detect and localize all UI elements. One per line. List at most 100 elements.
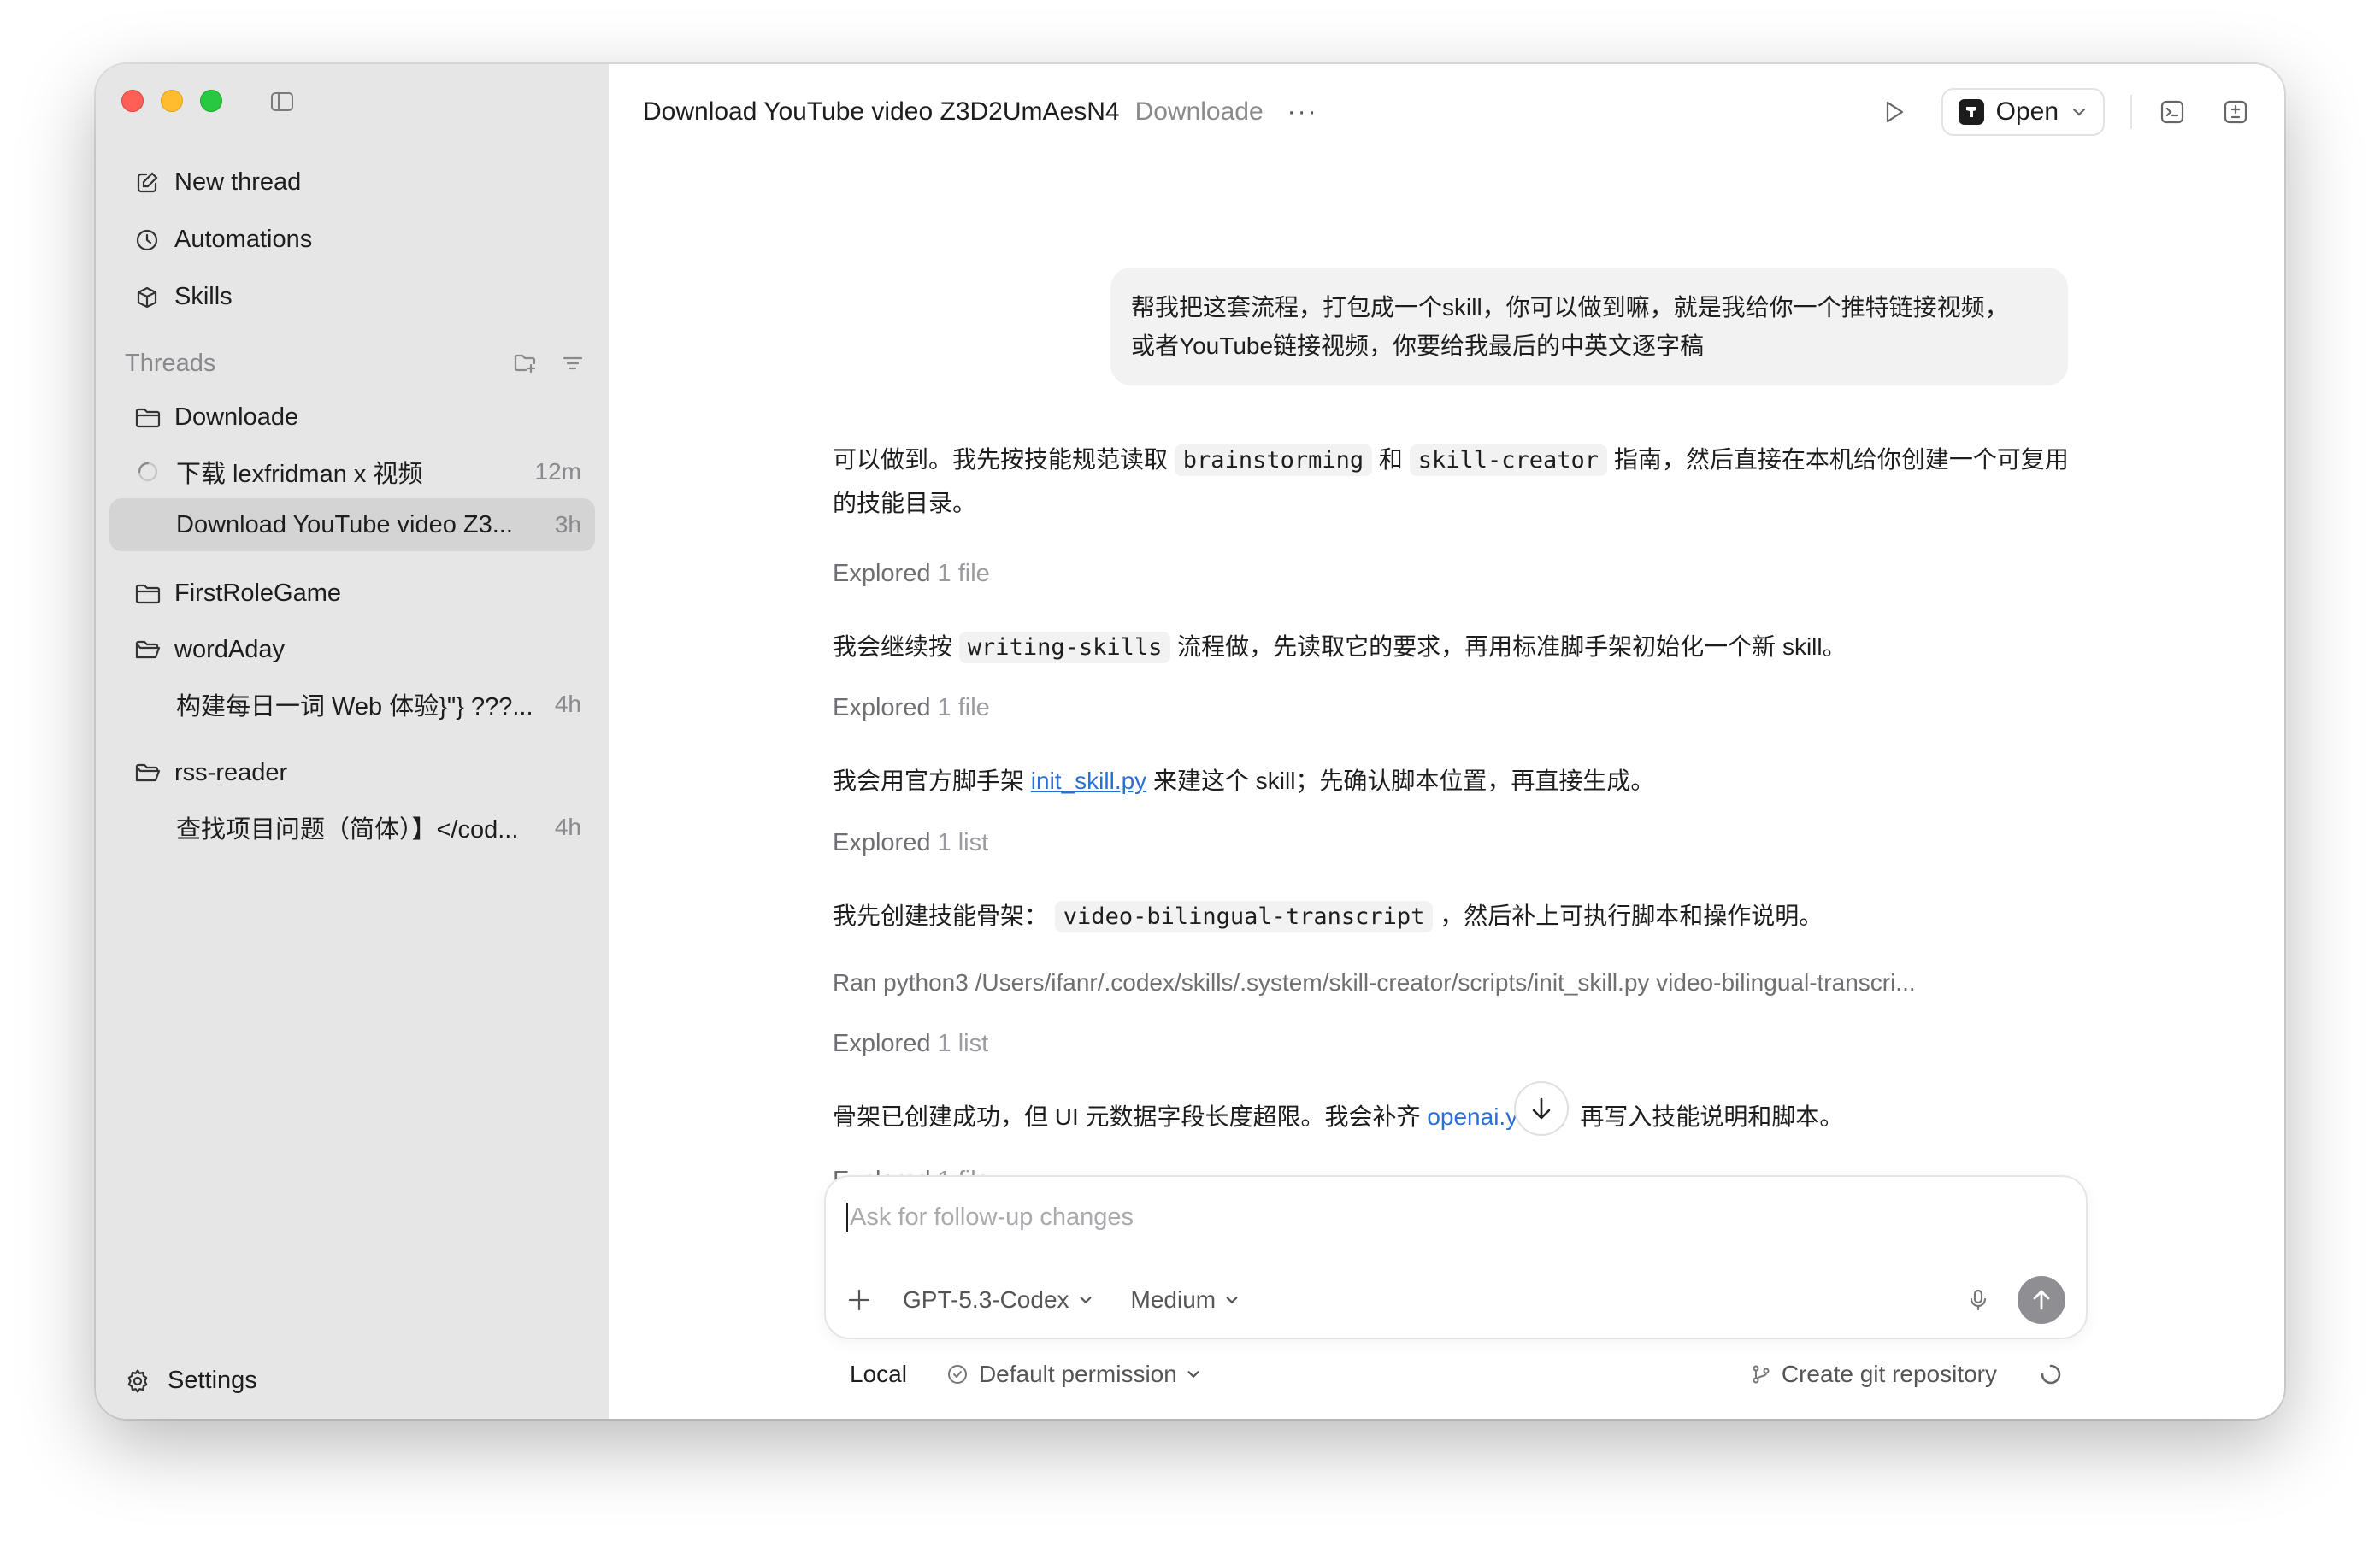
folder-name: FirstRoleGame (174, 579, 341, 607)
chevron-down-icon (1226, 1297, 1238, 1304)
chevron-down-icon (2072, 108, 2086, 116)
thread-list: Downloade 下载 lexfridman x 视频 12m Downloa… (109, 389, 595, 854)
shield-icon (947, 1365, 967, 1384)
model-selector[interactable]: GPT-5.3-Codex (903, 1286, 1093, 1314)
create-git-repo-button[interactable]: Create git repository (1751, 1361, 1997, 1388)
thread-item-selected[interactable]: Download YouTube video Z3... 3h (109, 498, 595, 551)
window-controls (121, 90, 222, 112)
gear-icon (127, 1368, 148, 1393)
thread-title-heading: Download YouTube video Z3D2UmAesN4 (643, 97, 1120, 126)
edit-icon (137, 171, 158, 192)
assistant-message: 骨架已创建成功，但 UI 元数据字段长度超限。我会补齐 openai.yaml，… (833, 1103, 1844, 1130)
thread-item[interactable]: 查找项目问题（简体）】</cod... 4h (109, 801, 595, 854)
threads-header: Threads (125, 344, 585, 382)
terminal-button[interactable] (2158, 97, 2187, 126)
automations-label: Automations (174, 226, 313, 253)
new-thread-button[interactable]: New thread (121, 154, 595, 211)
sidebar-toggle-icon[interactable] (271, 92, 293, 111)
explored-summary[interactable]: Explored 1 list (833, 1030, 988, 1058)
skills-button[interactable]: Skills (121, 268, 595, 326)
sidebar-nav: New thread Automations Skills (121, 154, 595, 326)
inline-code: video-bilingual-transcript (1054, 901, 1434, 932)
command-run-summary[interactable]: Ran python3 /Users/ifanr/.codex/skills/.… (833, 969, 2064, 997)
project-name: Downloade (1134, 97, 1264, 126)
inline-code: writing-skills (958, 632, 1171, 663)
minimize-window-button[interactable] (161, 90, 183, 112)
location-selector[interactable]: Local (850, 1361, 907, 1388)
explored-summary[interactable]: Explored 1 file (833, 694, 990, 722)
threads-heading: Threads (125, 349, 216, 377)
loading-spinner-icon (2041, 1364, 2061, 1385)
loading-spinner-icon (138, 462, 158, 482)
microphone-icon[interactable] (1966, 1288, 1990, 1312)
new-folder-icon[interactable] (513, 351, 537, 375)
thread-header: Download YouTube video Z3D2UmAesN4 Downl… (609, 64, 2284, 160)
new-thread-label: New thread (174, 168, 302, 196)
skills-label: Skills (174, 283, 233, 310)
thread-time: 4h (554, 814, 581, 840)
settings-label: Settings (168, 1367, 257, 1394)
terminal-icon (2160, 100, 2184, 124)
assistant-message: 可以做到。我先按技能规范读取 brainstorming 和 skill-cre… (833, 444, 2069, 516)
project-folder-firstrolegame[interactable]: FirstRoleGame (109, 565, 595, 621)
thread-time: 4h (554, 691, 581, 717)
thread-time: 12m (534, 458, 581, 485)
project-folder-downloade[interactable]: Downloade (109, 389, 595, 445)
file-link[interactable]: init_skill.py (1031, 768, 1146, 794)
chevron-down-icon (1187, 1371, 1199, 1379)
assistant-message: 我会继续按 writing-skills 流程做，先读取它的要求，再用标准脚手架… (833, 626, 2081, 669)
user-message-line: 帮我把这套流程，打包成一个skill，你可以做到嘛，就是我给你一个推特链接视频， (1131, 294, 2009, 321)
arrow-up-icon (2033, 1290, 2050, 1310)
terminal-app-icon (1958, 99, 1984, 125)
more-options-button[interactable]: ··· (1287, 97, 1318, 126)
thread-title: 下载 lexfridman x 视频 (176, 461, 423, 488)
open-label: Open (1995, 97, 2059, 126)
thread-title: Download YouTube video Z3... (176, 510, 513, 538)
user-message-line: 或者YouTube链接视频，你要给我最后的中英文逐字稿 (1131, 332, 1705, 359)
folder-name: Downloade (174, 403, 299, 431)
sidebar: New thread Automations Skills Threads Do… (96, 64, 609, 1419)
cube-icon (137, 286, 157, 308)
automations-button[interactable]: Automations (121, 211, 595, 268)
folder-icon (135, 584, 161, 604)
inline-code: skill-creator (1409, 444, 1608, 476)
thread-title: 查找项目问题（简体）】</cod... (176, 816, 519, 844)
explored-summary[interactable]: Explored 1 file (833, 560, 990, 588)
settings-button[interactable]: Settings (125, 1367, 257, 1395)
close-window-button[interactable] (121, 90, 144, 112)
thread-item[interactable]: 构建每日一词 Web 体验}"} ???... 4h (109, 678, 595, 731)
follow-up-input[interactable]: Ask for follow-up changes (846, 1203, 1134, 1232)
play-icon (1886, 101, 1903, 123)
explored-summary[interactable]: Explored 1 list (833, 829, 988, 857)
arrow-down-icon (1532, 1097, 1551, 1120)
filter-icon[interactable] (561, 351, 585, 375)
project-folder-rss-reader[interactable]: rss-reader (109, 744, 595, 801)
folder-open-icon (135, 763, 161, 782)
app-window: New thread Automations Skills Threads Do… (96, 64, 2284, 1419)
input-placeholder: Ask for follow-up changes (850, 1203, 1134, 1231)
thread-title: 构建每日一词 Web 体验}"} ???... (176, 693, 533, 721)
git-branch-icon (1753, 1365, 1770, 1384)
folder-name: wordAday (174, 635, 285, 663)
composer-footer: Local Default permission Create git repo… (824, 1353, 2062, 1396)
scroll-to-bottom-button[interactable] (1514, 1081, 1569, 1136)
send-button[interactable] (2018, 1276, 2065, 1324)
diff-icon (2224, 100, 2247, 124)
folder-open-icon (135, 640, 161, 659)
project-folder-wordaday[interactable]: wordAday (109, 621, 595, 678)
zoom-window-button[interactable] (200, 90, 222, 112)
folder-name: rss-reader (174, 758, 288, 786)
thread-time: 3h (554, 511, 581, 538)
diff-panel-button[interactable] (2221, 97, 2250, 126)
permission-selector[interactable]: Default permission (946, 1361, 1201, 1388)
main-panel: Download YouTube video Z3D2UmAesN4 Downl… (609, 64, 2284, 1419)
thread-item[interactable]: 下载 lexfridman x 视频 12m (109, 445, 595, 498)
composer: Ask for follow-up changes GPT-5.3-Codex … (824, 1175, 2088, 1339)
run-button[interactable] (1880, 97, 1909, 126)
open-in-app-button[interactable]: Open (1941, 88, 2105, 136)
plus-icon[interactable] (846, 1287, 872, 1313)
reasoning-selector[interactable]: Medium (1131, 1286, 1240, 1314)
clock-icon (136, 229, 158, 250)
chevron-down-icon (1080, 1297, 1092, 1304)
folder-icon (135, 408, 161, 428)
